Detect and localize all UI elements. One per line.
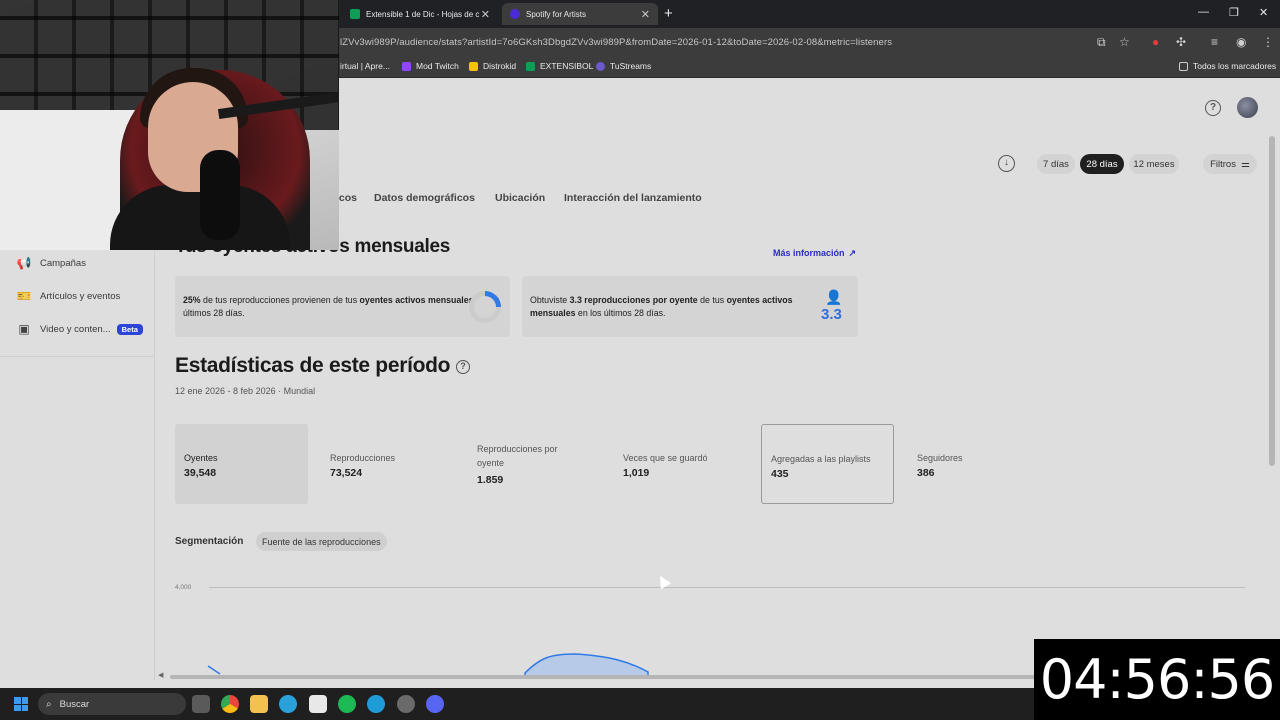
tab-overview[interactable]: icos [336, 192, 357, 204]
segmentation-dropdown[interactable]: Fuente de las reproducciones [256, 532, 387, 551]
date-range: 12 ene 2026 - 8 feb 2026 · Mundial [175, 386, 316, 396]
capcut-icon[interactable] [309, 695, 327, 713]
metric-card-streams[interactable]: Reproducciones 73,524 [321, 424, 454, 504]
chart-gridline [209, 587, 1245, 588]
chart-tick-label: 4,000 [175, 584, 192, 591]
chart-area [207, 653, 649, 676]
media-control-icon[interactable]: ≡ [1211, 35, 1218, 49]
install-app-icon[interactable]: ⧉ [1097, 35, 1106, 50]
taskview-icon[interactable] [192, 695, 210, 713]
bookmark-item[interactable]: EXTENSIBOL [526, 61, 593, 71]
info-card-share: 25% de tus reproducciones provienen de t… [175, 276, 510, 337]
search-icon: ⌕ [46, 698, 52, 710]
avatar[interactable] [1237, 97, 1258, 118]
scroll-left-icon[interactable]: ◀ [158, 671, 163, 679]
beta-badge: Beta [116, 323, 143, 335]
range-28-days-button[interactable]: 28 días [1080, 154, 1124, 174]
stats-title: Estadísticas de este período [175, 354, 451, 377]
new-tab-icon[interactable]: + [664, 5, 673, 22]
tab-label: Spotify for Artists [526, 9, 587, 19]
tab-location[interactable]: Ubicación [495, 192, 545, 204]
sheets-icon [526, 61, 535, 71]
filters-button[interactable]: Filtros ⚌ [1203, 154, 1257, 174]
restore-icon[interactable]: ❐ [1229, 6, 1239, 19]
close-tab-icon[interactable]: ✕ [481, 8, 490, 21]
extension-red-icon[interactable]: ● [1152, 35, 1159, 49]
all-bookmarks[interactable]: Todos los marcadores [1179, 61, 1276, 71]
segmentation-label: Segmentación [175, 536, 244, 547]
extensions-icon[interactable]: ✣ [1176, 35, 1186, 49]
spotify-artists-favicon-icon [510, 9, 520, 19]
help-icon[interactable]: ? [1205, 100, 1221, 116]
metric-card-followers[interactable]: Seguidores 386 [908, 424, 1041, 504]
microphone [200, 150, 240, 240]
taskbar-search[interactable]: ⌕ Buscar [38, 693, 186, 715]
donut-chart-icon [469, 291, 501, 323]
distrokid-icon [469, 61, 478, 71]
url-field[interactable]: lZVv3wi989P/audience/stats?artistId=7o6G… [340, 37, 892, 48]
telegram-icon[interactable] [279, 695, 297, 713]
bookmark-item[interactable]: Mod Twitch [402, 61, 459, 71]
tab-sheets[interactable]: Extensible 1 de Dic - Hojas de c ✕ [342, 3, 498, 25]
windows-start-icon[interactable] [14, 697, 28, 711]
discord-icon[interactable] [426, 695, 444, 713]
metric-card-playlist-adds[interactable]: Agregadas a las playlists 435 [761, 424, 894, 504]
metric-card-saves[interactable]: Veces que se guardó 1,019 [614, 424, 747, 504]
sidebar-item-articles-events[interactable]: 🎫 Artículos y eventos [16, 289, 121, 303]
webcam-overlay [0, 0, 339, 250]
tab-spotify-for-artists[interactable]: Spotify for Artists ✕ [502, 3, 658, 25]
info-card-streams-per-listener: Obtuviste 3.3 reproducciones por oyente … [522, 276, 858, 337]
range-12-months-button[interactable]: 12 meses [1129, 154, 1179, 174]
close-tab-icon[interactable]: ✕ [641, 8, 650, 21]
bookmark-star-icon[interactable]: ☆ [1119, 35, 1130, 49]
scroll-thumb[interactable] [1269, 136, 1275, 466]
bookmark-item[interactable]: Distrokid [469, 61, 516, 71]
chrome-icon[interactable] [221, 695, 239, 713]
download-icon[interactable]: ↓ [998, 155, 1015, 172]
megaphone-icon: 📢 [16, 256, 32, 270]
sheets-favicon-icon [350, 9, 360, 19]
tab-release-engagement[interactable]: Interacción del lanzamiento [564, 192, 702, 204]
sidebar-item-campaigns[interactable]: 📢 Campañas [16, 257, 86, 269]
streams-per-listener-value: 3.3 [821, 306, 842, 323]
stream-timer: 04:56:56 [1034, 639, 1280, 720]
tab-demographics[interactable]: Datos demográficos [374, 192, 475, 204]
edge-icon[interactable] [367, 695, 385, 713]
sidebar-item-video[interactable]: ▣ Video y conten... Beta [16, 323, 143, 335]
close-window-icon[interactable]: ✕ [1259, 6, 1268, 19]
range-7-days-button[interactable]: 7 días [1037, 154, 1075, 174]
twitch-icon [402, 61, 411, 71]
folder-icon [1179, 61, 1188, 71]
tab-label: Extensible 1 de Dic - Hojas de c [366, 9, 480, 19]
help-circle-icon[interactable]: ? [456, 360, 470, 374]
menu-kebab-icon[interactable]: ⋮ [1262, 35, 1274, 49]
sidebar-divider [0, 356, 155, 357]
ticket-icon: 🎫 [16, 289, 32, 303]
bookmark-item[interactable]: TuStreams [596, 61, 651, 71]
metric-card-streams-per-listener[interactable]: Reproducciones por oyente 1.859 [468, 424, 601, 504]
tustreams-icon [596, 61, 605, 71]
metric-card-listeners[interactable]: Oyentes 39,548 [175, 424, 308, 504]
info-card-text: 25% de tus reproducciones provienen de t… [183, 295, 499, 318]
bookmark-item[interactable]: irtual | Apre... [340, 61, 390, 71]
profile-icon[interactable]: ◉ [1236, 35, 1246, 49]
more-info-link[interactable]: Más información ↗ [773, 248, 856, 259]
spotify-icon[interactable] [338, 695, 356, 713]
obs-icon[interactable] [397, 695, 415, 713]
external-link-icon: ↗ [848, 248, 857, 258]
sliders-icon: ⚌ [1240, 158, 1250, 170]
info-card-text: Obtuviste 3.3 reproducciones por oyente … [530, 295, 793, 318]
vertical-scrollbar[interactable] [1268, 128, 1276, 668]
minimize-icon[interactable]: — [1198, 6, 1209, 18]
file-explorer-icon[interactable] [250, 695, 268, 713]
video-icon: ▣ [18, 322, 30, 336]
person-icon: 👤 [825, 289, 843, 305]
